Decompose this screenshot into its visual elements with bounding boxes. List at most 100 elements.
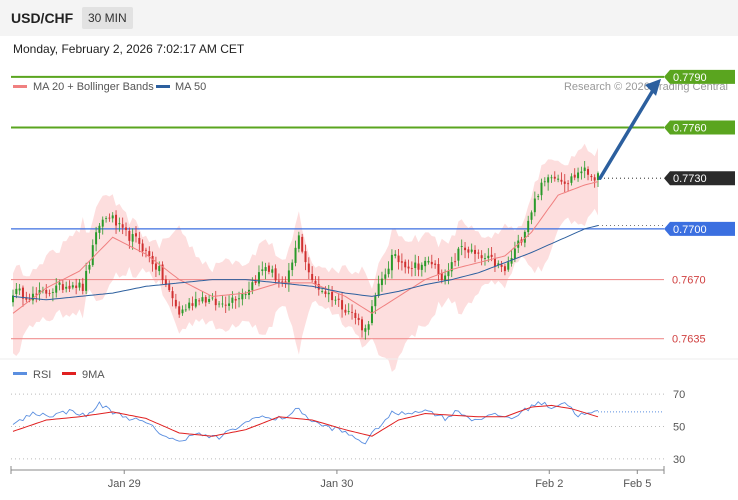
projection-arrow-shaft [598,90,654,180]
candle-body [570,176,573,183]
candle-body [224,304,227,306]
candle-body [474,249,477,254]
level-label-0.7790: 0.7790 [673,72,707,84]
candle-body [447,271,450,277]
candle-body [490,254,493,257]
candle-body [311,273,314,280]
candle-body [158,266,161,272]
candle-body [590,175,593,178]
level-label-0.7670: 0.7670 [672,275,706,287]
candle-body [380,278,383,286]
candle-body [543,181,546,183]
candle-body [487,255,490,259]
candle-body [277,280,280,282]
candle-body [351,311,354,313]
candle-body [174,299,177,307]
candle-body [201,297,204,302]
candle-body [400,261,403,263]
candle-body [361,319,363,331]
candle-body [198,300,201,302]
candle-body [188,302,191,309]
candle-body [577,172,580,179]
candle-body [264,267,267,271]
candle-body [557,178,560,180]
candle-body [384,274,387,279]
candle-body [244,294,247,296]
candle-body [430,261,433,265]
candle-body [503,266,506,272]
candle-body [274,268,277,281]
price-chart[interactable]: MA 20 + Bollinger Bands MA 50 Research © 2… [0,0,738,500]
candle-body [370,306,373,324]
candle-body [364,328,367,332]
rsi-tick-70: 70 [673,389,685,401]
candle-body [377,283,380,297]
x-tick-label: Jan 29 [108,478,141,490]
candle-body [134,233,137,237]
candle-body [407,266,410,269]
candle-body [397,255,400,263]
rsi-legend-label: RSI [33,369,51,381]
candle-body [68,285,71,289]
candle-body [115,214,118,226]
candle-body [573,174,576,178]
candle-body [194,298,197,307]
candle-body [88,264,91,270]
candle-body [208,298,211,302]
candle-body [154,263,157,270]
candle-body [234,298,237,301]
candle-body [390,254,393,271]
candle-body [547,177,550,183]
candle-body [550,177,553,179]
level-label-0.7760: 0.7760 [673,123,707,135]
candle-body [15,288,18,295]
candle-body [168,283,171,291]
candle-body [444,275,447,281]
candle-body [294,247,297,263]
candle-body [85,270,88,291]
candle-body [261,269,264,271]
candle-body [254,281,257,284]
candle-body [55,285,58,293]
candle-body [527,220,530,233]
candle-body [563,181,566,184]
candle-body [81,283,84,291]
candle-body [78,282,81,288]
candle-body [341,300,344,310]
candle-body [540,182,543,196]
candle-body [437,264,440,275]
candle-body [464,247,467,251]
candle-body [417,263,420,270]
ma20-legend-label: MA 20 + Bollinger Bands [33,81,154,93]
candle-body [204,297,207,303]
candle-body [553,176,556,179]
candle-body [420,264,423,270]
candle-body [191,303,194,306]
candle-body [583,167,586,171]
candle-body [251,282,254,291]
candle-body [271,269,274,273]
candle-body [354,312,357,318]
candle-body [267,265,270,272]
candle-body [287,270,290,284]
candle-body [460,246,463,247]
candle-body [231,297,234,303]
candle-body [533,198,536,213]
candle-body [241,293,244,300]
candle-body [334,299,337,301]
candle-body [500,264,503,267]
level-label-0.7700: 0.7700 [673,224,707,236]
candle-body [347,311,350,312]
candle-body [178,306,181,315]
candle-body [297,235,300,249]
ma50-legend-swatch [156,85,170,88]
candle-body [580,171,583,174]
candle-body [221,303,224,305]
candle-body [228,303,231,306]
rsi-ma-legend-swatch [62,372,76,375]
candle-body [454,261,457,263]
level-label-0.7730: 0.7730 [673,173,707,185]
candle-body [321,291,324,292]
level-label-0.7635: 0.7635 [672,334,706,346]
candle-body [324,291,327,294]
